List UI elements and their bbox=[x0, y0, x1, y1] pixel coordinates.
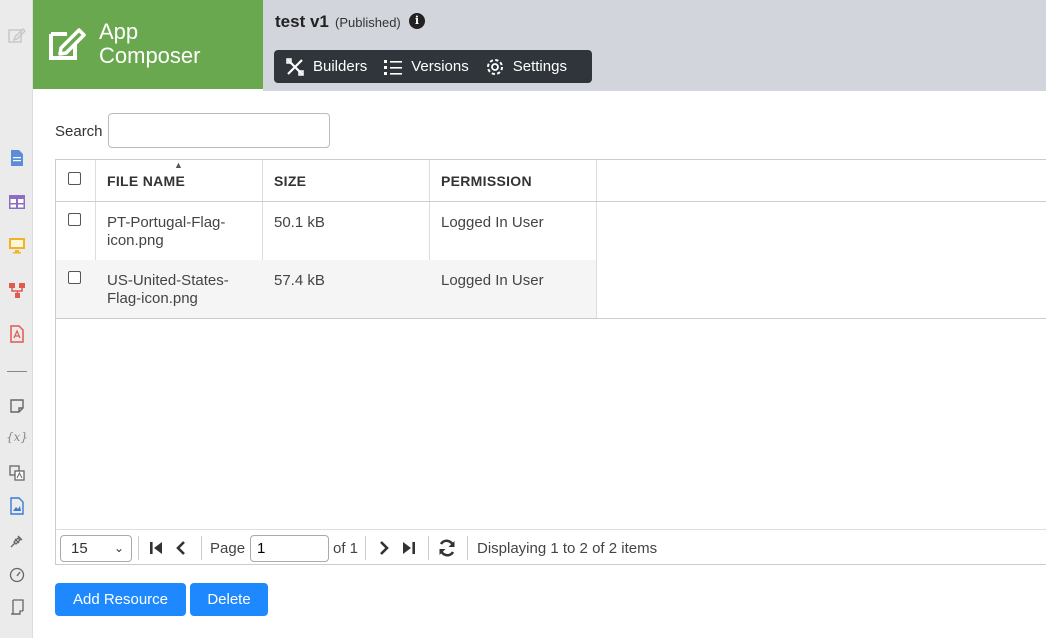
versions-button[interactable]: Versions bbox=[372, 50, 474, 83]
versions-label: Versions bbox=[411, 58, 469, 75]
search-input[interactable] bbox=[108, 113, 330, 148]
translate-icon[interactable] bbox=[8, 464, 26, 482]
resource-grid: PT-Portugal-Flag- icon.png 50.1 kB Logge… bbox=[55, 159, 1046, 565]
table-row[interactable]: US-United-States- Flag-icon.png 57.4 kB … bbox=[56, 260, 596, 318]
left-toolbar: {x} bbox=[0, 0, 33, 638]
file-name-cell: PT-Portugal-Flag- icon.png bbox=[107, 214, 226, 249]
file-name-header[interactable]: FILE NAME bbox=[107, 173, 185, 189]
select-all-checkbox[interactable] bbox=[68, 172, 81, 185]
note-icon[interactable] bbox=[8, 397, 26, 415]
compose-icon bbox=[49, 28, 86, 60]
pagination-bar: 15 ⌄ Page of 1 Displaying 1 to 2 of 2 it… bbox=[56, 529, 1046, 565]
first-page-button[interactable] bbox=[146, 537, 166, 559]
app-navbar: Builders Versions Settings bbox=[274, 50, 592, 83]
pager-divider bbox=[138, 536, 139, 560]
page-label: Page bbox=[210, 540, 246, 557]
page-number-input[interactable] bbox=[250, 535, 329, 562]
sort-asc-icon: ▲ bbox=[174, 160, 183, 170]
monitor-icon[interactable] bbox=[8, 236, 26, 254]
row-checkbox[interactable] bbox=[68, 271, 81, 284]
image-file-icon[interactable] bbox=[8, 497, 26, 515]
permission-header[interactable]: PERMISSION bbox=[441, 173, 532, 189]
pager-divider bbox=[467, 536, 468, 560]
info-icon[interactable]: i bbox=[409, 13, 425, 29]
plug-icon[interactable] bbox=[8, 532, 26, 550]
app-brand: App Composer bbox=[33, 0, 263, 89]
last-page-button[interactable] bbox=[399, 537, 419, 559]
page-size-select[interactable]: 15 ⌄ bbox=[60, 535, 132, 562]
settings-button[interactable]: Settings bbox=[474, 50, 572, 83]
permission-cell: Logged In User bbox=[441, 272, 544, 289]
pager-divider bbox=[201, 536, 202, 560]
row-checkbox[interactable] bbox=[68, 213, 81, 226]
rows-bottom-border bbox=[56, 318, 1046, 319]
toolbar-divider bbox=[7, 371, 27, 372]
table-row[interactable]: PT-Portugal-Flag- icon.png 50.1 kB Logge… bbox=[56, 202, 596, 260]
publish-status: (Published) bbox=[335, 15, 401, 30]
size-cell: 50.1 kB bbox=[274, 214, 325, 231]
app-title: test v1 bbox=[275, 12, 329, 31]
chevron-down-icon: ⌄ bbox=[113, 541, 124, 555]
builders-button[interactable]: Builders bbox=[274, 50, 372, 83]
pdf-icon[interactable] bbox=[8, 325, 26, 343]
edit-icon[interactable] bbox=[8, 26, 26, 44]
gear-icon bbox=[486, 58, 503, 75]
script-icon[interactable] bbox=[8, 598, 26, 616]
workflow-icon[interactable] bbox=[8, 281, 26, 299]
variable-icon[interactable]: {x} bbox=[6, 428, 28, 446]
brand-line-1: App bbox=[99, 19, 139, 44]
brand-line-2: Composer bbox=[99, 43, 201, 68]
builders-label: Builders bbox=[313, 58, 368, 75]
pager-divider bbox=[428, 536, 429, 560]
size-header[interactable]: SIZE bbox=[274, 173, 306, 189]
file-name-cell: US-United-States- Flag-icon.png bbox=[107, 272, 229, 307]
add-resource-button[interactable]: Add Resource bbox=[55, 583, 186, 616]
settings-label: Settings bbox=[512, 58, 567, 75]
size-cell: 57.4 kB bbox=[274, 272, 325, 289]
prev-page-button[interactable] bbox=[171, 537, 191, 559]
refresh-icon[interactable] bbox=[437, 537, 457, 559]
delete-button[interactable]: Delete bbox=[190, 583, 268, 616]
table-icon[interactable] bbox=[8, 193, 26, 211]
table-header: FILE NAME ▲ SIZE PERMISSION bbox=[56, 160, 1046, 202]
pager-divider bbox=[365, 536, 366, 560]
display-summary: Displaying 1 to 2 of 2 items bbox=[477, 540, 658, 557]
search-label: Search bbox=[55, 123, 103, 140]
app-header: test v1 (Published) i Builders Versions … bbox=[263, 0, 1046, 91]
gauge-icon[interactable] bbox=[8, 566, 26, 584]
list-icon bbox=[384, 59, 403, 75]
page-count-label: of 1 bbox=[333, 540, 359, 557]
document-icon[interactable] bbox=[8, 149, 26, 167]
tools-icon bbox=[286, 57, 304, 76]
permission-cell: Logged In User bbox=[441, 214, 544, 231]
next-page-button[interactable] bbox=[374, 537, 394, 559]
